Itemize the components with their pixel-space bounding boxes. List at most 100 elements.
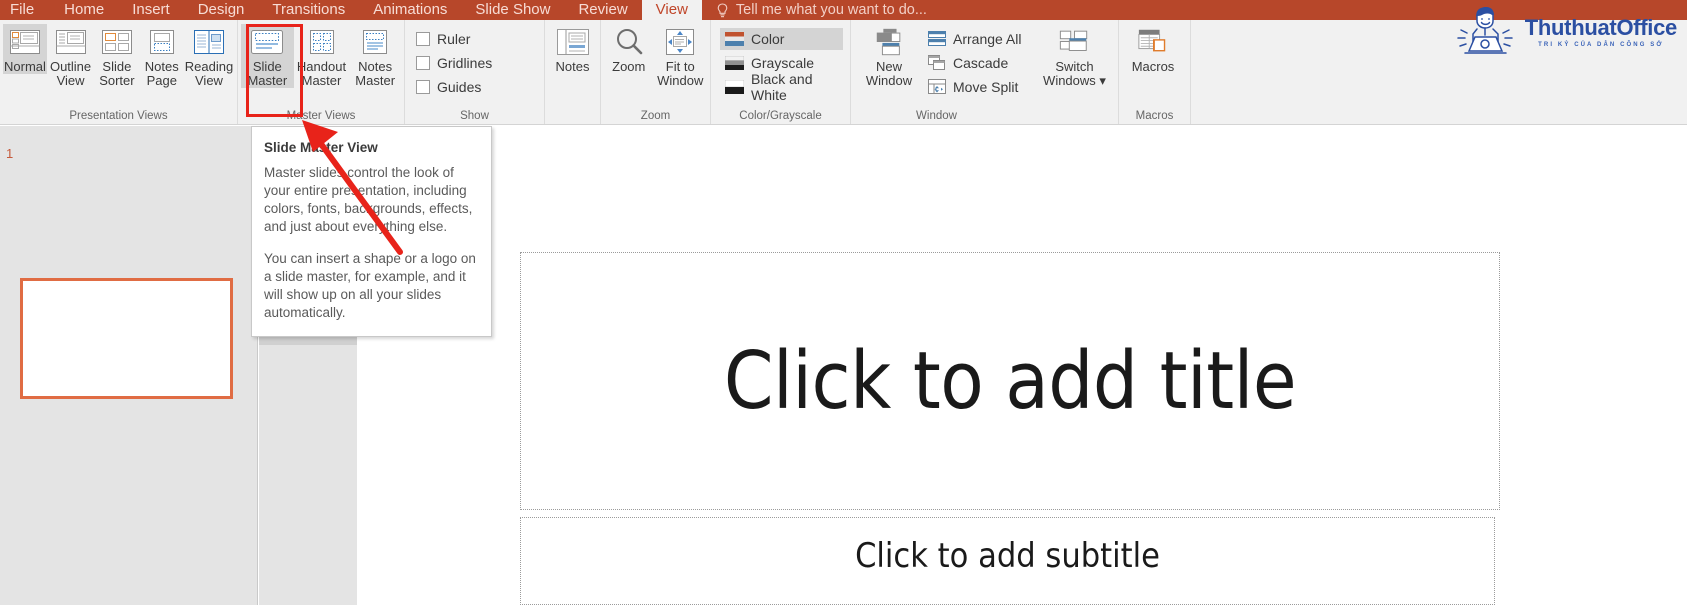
- group-label-zoom: Zoom: [640, 110, 671, 122]
- tooltip-title: Slide Master View: [264, 140, 378, 155]
- slide-sorter-button[interactable]: Slide Sorter: [94, 24, 139, 88]
- handout-master-label2: Master: [301, 73, 342, 88]
- new-window-icon: [873, 26, 905, 58]
- switch-windows-label1: Switch: [1055, 59, 1094, 74]
- tab-design[interactable]: Design: [184, 0, 259, 20]
- arrange-all-label: Arrange All: [953, 31, 1022, 47]
- outline-view-label2: View: [56, 73, 85, 88]
- new-window-button[interactable]: New Window: [860, 24, 918, 88]
- ribbon-group-show: Ruler Gridlines Guides Show: [405, 20, 545, 124]
- normal-view-button[interactable]: Normal: [3, 24, 47, 74]
- gridlines-label: Gridlines: [437, 55, 493, 71]
- tab-slide-show[interactable]: Slide Show: [461, 0, 564, 20]
- ruler-checkbox[interactable]: Ruler: [416, 28, 492, 50]
- black-and-white-option[interactable]: Black and White: [720, 71, 843, 103]
- title-placeholder-text: Click to add title: [723, 335, 1297, 427]
- gridlines-checkbox-box[interactable]: [416, 56, 430, 70]
- new-window-label2: Window: [865, 73, 913, 88]
- notes-master-button[interactable]: Notes Master: [349, 24, 401, 88]
- notes-page-label1: Notes: [144, 59, 179, 74]
- switch-windows-icon: [1058, 26, 1090, 58]
- fit-to-window-label1: Fit to: [665, 59, 695, 74]
- tab-insert[interactable]: Insert: [118, 0, 184, 20]
- tell-me-search[interactable]: Tell me what you want to do...: [702, 2, 927, 18]
- switch-windows-label2: Windows ▾: [1043, 73, 1106, 88]
- watermark-logo: ThuthuatOffice TRI KỶ CỦA DÂN CÔNG SỞ: [1447, 6, 1677, 58]
- outline-view-label1: Outline: [49, 59, 92, 74]
- group-label-master-views: Master Views: [286, 110, 356, 122]
- reading-view-label1: Reading: [184, 59, 234, 74]
- ruler-label: Ruler: [437, 31, 471, 47]
- ribbon-group-notes: Notes: [545, 20, 601, 124]
- group-label-window: Window: [916, 110, 957, 122]
- notes-page-label2: Page: [146, 73, 177, 88]
- slide-thumbnail-pane[interactable]: 1: [0, 126, 258, 605]
- zoom-button-label: Zoom: [612, 59, 646, 74]
- tab-file[interactable]: File: [0, 0, 50, 20]
- move-split-option[interactable]: Move Split: [922, 76, 1026, 98]
- switch-windows-button[interactable]: Switch Windows ▾: [1042, 24, 1106, 88]
- color-swatch-icon: [725, 31, 744, 47]
- outline-view-button[interactable]: Outline View: [47, 24, 94, 88]
- notes-icon: [556, 26, 589, 58]
- arrange-all-icon: [927, 31, 946, 47]
- slide-master-tooltip: Slide Master View Master slides control …: [251, 126, 492, 337]
- slide-thumbnail-1[interactable]: [20, 278, 233, 399]
- handout-master-label1: Handout: [296, 59, 347, 74]
- slide-master-label2: Master: [247, 73, 288, 88]
- lightbulb-icon: [717, 2, 728, 17]
- notes-page-icon: [146, 26, 178, 58]
- slide-master-icon: [251, 26, 284, 58]
- notes-master-label1: Notes: [358, 59, 393, 74]
- tab-view[interactable]: View: [641, 0, 702, 20]
- fit-to-window-button[interactable]: Fit to Window: [654, 24, 707, 88]
- move-split-label: Move Split: [953, 79, 1019, 95]
- ribbon-group-macros: Macros Macros: [1119, 20, 1191, 124]
- slide-master-button[interactable]: Slide Master: [241, 24, 294, 88]
- gridlines-checkbox[interactable]: Gridlines: [416, 52, 492, 74]
- grayscale-swatch-icon: [725, 55, 744, 71]
- reading-view-button[interactable]: Reading View: [184, 24, 234, 88]
- handout-master-button[interactable]: Handout Master: [294, 24, 350, 88]
- tooltip-paragraph-2: You can insert a shape or a logo on a sl…: [264, 251, 476, 320]
- ribbon-tab-strip: File Home Insert Design Transitions Anim…: [0, 0, 1687, 20]
- group-label-macros: Macros: [1135, 110, 1174, 122]
- notes-button[interactable]: Notes: [548, 24, 597, 74]
- color-grayscale-list: Color Grayscale Black and White: [714, 24, 847, 103]
- slide-sorter-icon: [101, 26, 133, 58]
- macros-button[interactable]: Macros: [1122, 24, 1184, 74]
- arrange-all-option[interactable]: Arrange All: [922, 28, 1026, 50]
- subtitle-placeholder[interactable]: Click to add subtitle: [520, 517, 1495, 605]
- ribbon-group-presentation-views: Normal Outline View Slide Sorter Notes P…: [0, 20, 238, 124]
- group-label-presentation-views: Presentation Views: [69, 110, 168, 122]
- watermark-title: ThuthuatOffice: [1524, 14, 1678, 40]
- slide-editing-area[interactable]: Click to add title Click to add subtitle: [357, 126, 1687, 605]
- person-laptop-icon: [1457, 7, 1513, 54]
- tab-animations[interactable]: Animations: [359, 0, 461, 20]
- notes-master-icon: [359, 26, 391, 58]
- normal-view-label: Normal: [4, 59, 46, 74]
- macros-icon: [1137, 26, 1169, 58]
- tab-home[interactable]: Home: [50, 0, 118, 20]
- ribbon-group-window: New Window Arrange All Cascade Move Spli…: [851, 20, 1119, 124]
- ribbon-group-color-grayscale: Color Grayscale Black and White Color/Gr…: [711, 20, 851, 124]
- outline-view-icon: [55, 26, 87, 58]
- normal-view-icon: [9, 26, 41, 58]
- guides-checkbox[interactable]: Guides: [416, 76, 492, 98]
- tab-transitions[interactable]: Transitions: [258, 0, 359, 20]
- slide-sorter-label1: Slide: [102, 59, 132, 74]
- title-placeholder[interactable]: Click to add title: [520, 252, 1500, 510]
- watermark-tagline: TRI KỶ CỦA DÂN CÔNG SỞ: [1538, 41, 1664, 48]
- magnifier-icon: [613, 26, 645, 58]
- blackwhite-swatch-icon: [725, 79, 744, 95]
- ribbon-group-master-views: Slide Master Handout Master Notes Master…: [238, 20, 405, 124]
- zoom-button[interactable]: Zoom: [604, 24, 654, 74]
- tab-review[interactable]: Review: [564, 0, 641, 20]
- ruler-checkbox-box[interactable]: [416, 32, 430, 46]
- color-option[interactable]: Color: [720, 28, 843, 50]
- cascade-option[interactable]: Cascade: [922, 52, 1026, 74]
- ribbon-group-zoom: Zoom Fit to Window Zoom: [601, 20, 711, 124]
- guides-checkbox-box[interactable]: [416, 80, 430, 94]
- notes-page-button[interactable]: Notes Page: [140, 24, 184, 88]
- new-window-label1: New: [875, 59, 902, 74]
